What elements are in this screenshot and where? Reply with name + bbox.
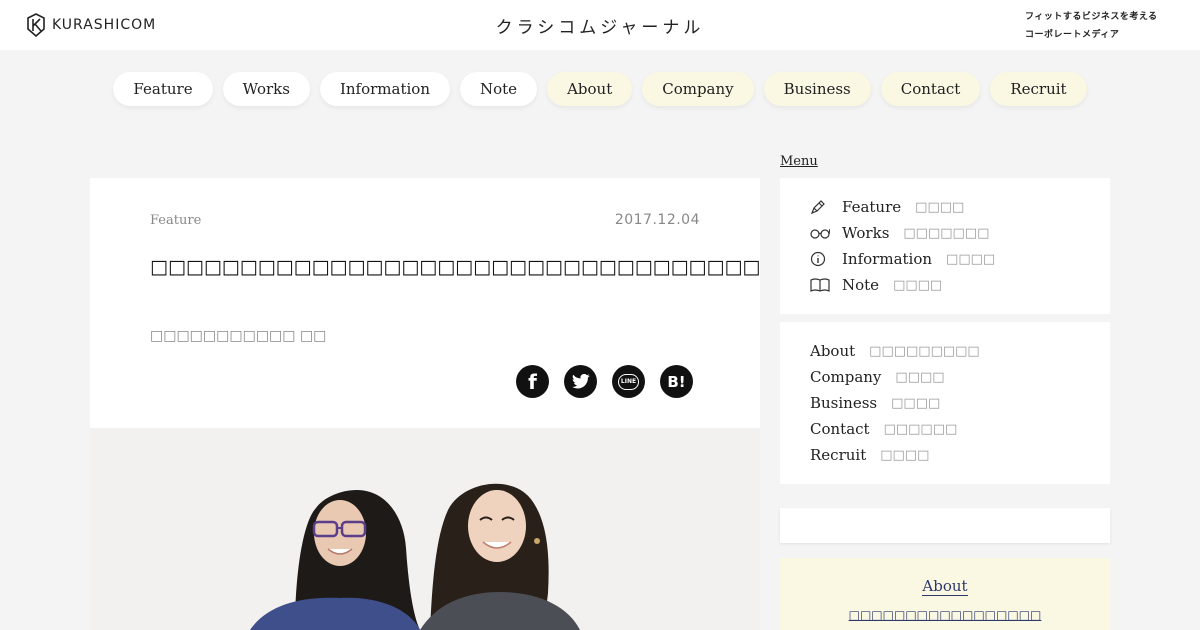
article-card: Feature 2017.12.04 □□□□□□□□□□□□□□□□□□□□□… <box>90 178 760 630</box>
sidebar-item-contact[interactable]: Contact □□□□□□ <box>810 420 957 438</box>
article-hero-image <box>90 428 760 630</box>
sidebar-item-label: Business <box>810 394 878 412</box>
sidebar-item-label: About <box>810 342 856 360</box>
article-title: □□□□□□□□□□□□□□□□□□□□□□□□□□□□□□□□□□□□□□□□… <box>150 256 760 278</box>
glasses-icon <box>810 224 832 242</box>
sidebar-menu-label: Menu <box>780 154 818 169</box>
sidebar-item-jp: □□□□ <box>895 369 945 385</box>
sidebar-item-label: Feature <box>842 198 902 216</box>
sidebar-item-recruit[interactable]: Recruit □□□□ <box>810 446 929 464</box>
sidebar-item-jp: □□□□ <box>915 199 965 215</box>
tagline-line-1: フィットするビジネスを考える <box>1025 12 1158 22</box>
category-nav: Feature Works Information Note About Com… <box>0 72 1200 106</box>
nav-contact[interactable]: Contact <box>880 72 981 106</box>
twitter-share-button[interactable] <box>564 365 597 398</box>
sidebar-item-information[interactable]: Information □□□□ <box>810 250 995 268</box>
about-box-link[interactable]: □□□□□□□□□□□□□□□□□ <box>780 608 1110 622</box>
sidebar-item-jp: □□□□ <box>946 251 996 267</box>
sidebar-about-box: About □□□□□□□□□□□□□□□□□ <box>780 558 1110 630</box>
hatena-icon: B! <box>667 372 686 391</box>
facebook-share-button[interactable]: f <box>516 365 549 398</box>
nav-company[interactable]: Company <box>642 72 754 106</box>
sidebar-item-label: Note <box>842 276 880 294</box>
hero-photo <box>90 428 760 630</box>
nav-information[interactable]: Information <box>319 72 450 106</box>
sidebar-item-jp: □□□□ <box>893 277 943 293</box>
sidebar-item-company[interactable]: Company □□□□ <box>810 368 945 386</box>
sidebar-empty-banner <box>780 508 1110 543</box>
pen-icon <box>810 198 832 216</box>
sidebar-item-note[interactable]: Note □□□□ <box>810 276 942 294</box>
site-title[interactable]: クラシコムジャーナル <box>0 13 1200 38</box>
tagline-line-2: コーポレートメディア <box>1025 30 1120 40</box>
sidebar-item-about[interactable]: About □□□□□□□□□ <box>810 342 980 360</box>
nav-works[interactable]: Works <box>222 72 310 106</box>
hatena-bookmark-button[interactable]: B! <box>660 365 693 398</box>
sidebar-item-jp: □□□□ <box>880 447 930 463</box>
nav-recruit[interactable]: Recruit <box>990 72 1087 106</box>
sidebar-secondary-menu: About □□□□□□□□□ Company □□□□ Business □□… <box>780 322 1110 484</box>
share-buttons: f LINE B! <box>516 365 693 398</box>
sidebar-item-business[interactable]: Business □□□□ <box>810 394 940 412</box>
about-box-title[interactable]: About <box>780 577 1110 596</box>
sidebar-item-jp: □□□□□□□□□ <box>869 343 980 359</box>
twitter-icon <box>571 374 590 389</box>
article-subtitle: □□□□□□□□□□□ □□ <box>150 328 327 344</box>
site-header: KURASHICOM クラシコムジャーナル フィットするビジネスを考える コーポ… <box>0 0 1200 50</box>
article-category[interactable]: Feature <box>150 213 201 228</box>
sidebar-item-jp: □□□□□□□ <box>903 225 990 241</box>
sidebar-item-jp: □□□□ <box>891 395 941 411</box>
line-icon: LINE <box>618 373 639 390</box>
sidebar-primary-menu: Feature □□□□ Works □□□□□□□ Information □… <box>780 178 1110 314</box>
nav-about[interactable]: About <box>547 72 633 106</box>
facebook-icon: f <box>528 369 537 394</box>
book-icon <box>810 276 832 294</box>
sidebar-item-works[interactable]: Works □□□□□□□ <box>810 224 989 242</box>
nav-business[interactable]: Business <box>763 72 871 106</box>
nav-feature[interactable]: Feature <box>113 72 213 106</box>
site-tagline: フィットするビジネスを考える コーポレートメディア <box>1025 8 1158 44</box>
sidebar-item-label: Contact <box>810 420 870 438</box>
info-icon <box>810 250 832 268</box>
line-share-button[interactable]: LINE <box>612 365 645 398</box>
sidebar-item-label: Company <box>810 368 882 386</box>
sidebar-item-label: Recruit <box>810 446 867 464</box>
sidebar-item-label: Works <box>842 224 890 242</box>
article-date: 2017.12.04 <box>614 212 700 228</box>
nav-note[interactable]: Note <box>460 72 538 106</box>
sidebar-item-jp: □□□□□□ <box>883 421 958 437</box>
sidebar-item-feature[interactable]: Feature □□□□ <box>810 198 964 216</box>
sidebar-item-label: Information <box>842 250 933 268</box>
